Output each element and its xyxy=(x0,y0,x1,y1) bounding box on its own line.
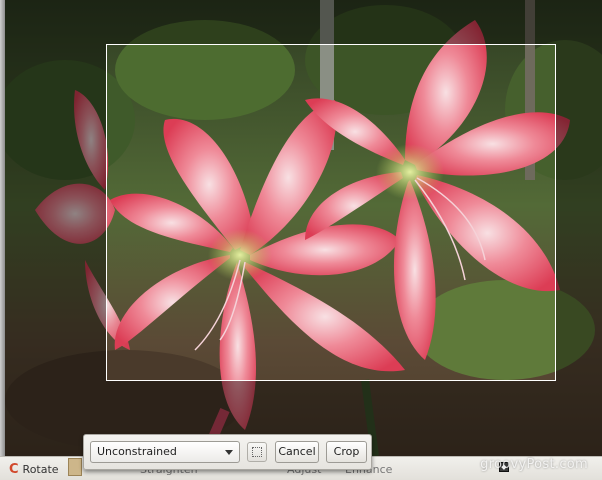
orientation-icon xyxy=(252,447,262,457)
rotate-icon: C xyxy=(9,461,19,477)
cancel-button[interactable]: Cancel xyxy=(275,441,319,463)
crop-shade-right xyxy=(556,44,602,381)
crop-shade-left xyxy=(5,44,106,381)
crop-constraint-value: Unconstrained xyxy=(97,445,177,458)
crop-options-popup: Unconstrained Cancel Crop xyxy=(83,434,372,470)
rotate-tool[interactable]: C Rotate xyxy=(9,460,59,478)
crop-tool-icon[interactable] xyxy=(68,458,82,476)
watermark: groovyPost.com xyxy=(480,457,588,472)
crop-button[interactable]: Crop xyxy=(326,441,367,463)
chevron-down-icon xyxy=(225,450,233,455)
crop-selection-rectangle[interactable] xyxy=(106,44,556,381)
crop-shade-top xyxy=(5,0,602,44)
pivot-orientation-button[interactable] xyxy=(247,442,267,462)
window-left-edge xyxy=(0,0,5,456)
rotate-label: Rotate xyxy=(22,462,59,476)
crop-constraint-dropdown[interactable]: Unconstrained xyxy=(90,441,240,463)
